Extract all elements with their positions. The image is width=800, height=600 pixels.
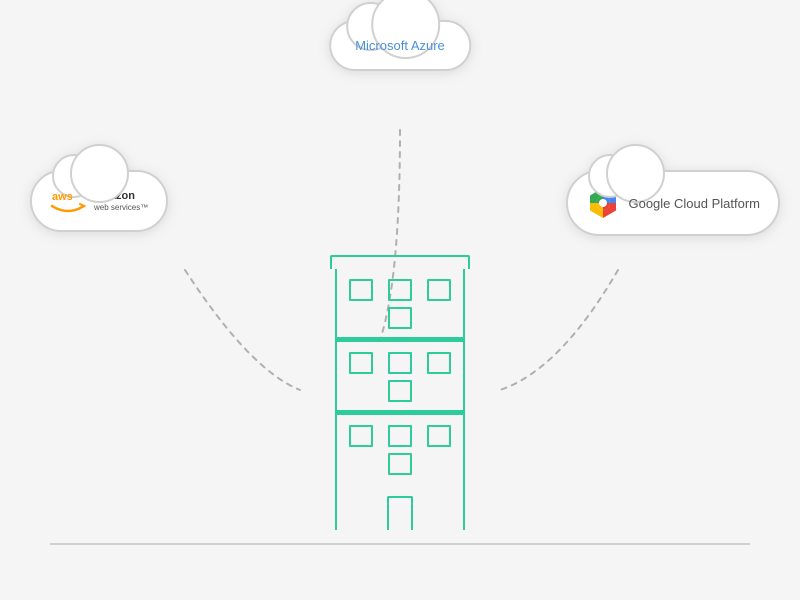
window <box>388 279 412 301</box>
building-floor-3 <box>335 415 465 485</box>
building-floor-1 <box>335 269 465 339</box>
gcp-cloud-shape: Google Cloud Platform <box>566 170 780 236</box>
aws-main-label: amazon <box>94 190 135 203</box>
building-base <box>335 485 465 530</box>
azure-cloud: Microsoft Azure <box>329 20 471 71</box>
window <box>427 425 451 447</box>
window <box>349 425 373 447</box>
building-door <box>387 496 413 530</box>
azure-cloud-shape: Microsoft Azure <box>329 20 471 71</box>
aws-logo-svg: aws <box>50 186 86 216</box>
main-scene: Microsoft Azure aws amazon web services™ <box>0 0 800 600</box>
window <box>388 380 412 402</box>
window <box>388 453 412 475</box>
window <box>388 352 412 374</box>
gcp-logo-svg <box>586 186 620 220</box>
window <box>349 352 373 374</box>
building-roof <box>330 255 470 269</box>
building-container <box>335 255 465 530</box>
aws-text-block: amazon web services™ <box>94 190 148 213</box>
building <box>335 255 465 530</box>
window <box>388 425 412 447</box>
aws-sub-label: web services™ <box>94 203 148 213</box>
gcp-cloud: Google Cloud Platform <box>566 170 780 236</box>
svg-text:aws: aws <box>52 191 73 203</box>
ground-line <box>50 543 750 545</box>
window <box>388 307 412 329</box>
aws-icon: aws <box>50 186 86 216</box>
azure-label: Microsoft Azure <box>355 38 445 53</box>
aws-cloud: aws amazon web services™ <box>30 170 168 232</box>
gcp-label: Google Cloud Platform <box>628 196 760 211</box>
building-floor-2 <box>335 342 465 412</box>
window <box>427 279 451 301</box>
aws-cloud-shape: aws amazon web services™ <box>30 170 168 232</box>
window <box>427 352 451 374</box>
window <box>349 279 373 301</box>
